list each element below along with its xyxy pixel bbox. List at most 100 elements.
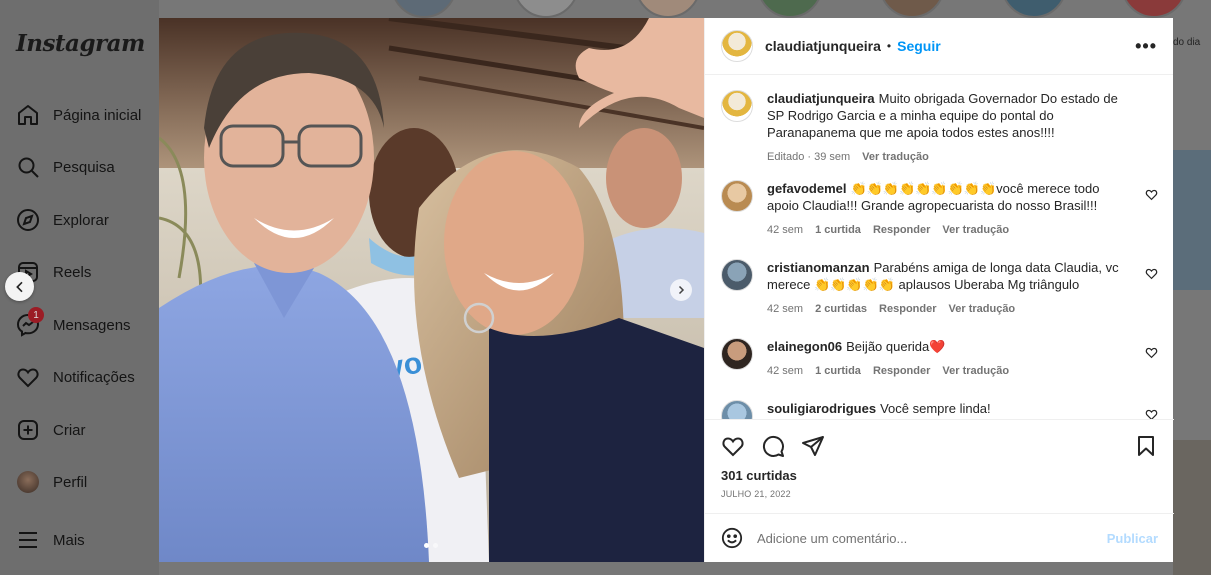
sidebar-item-home[interactable]: Página inicial bbox=[16, 101, 141, 129]
add-comment-bar: Adicione um comentário... Publicar bbox=[705, 513, 1174, 562]
sidebar-item-label: Página inicial bbox=[53, 106, 142, 124]
post-header: claudiatjunqueira • Seguir ••• bbox=[705, 18, 1173, 75]
comment-time: 42 sem bbox=[767, 224, 804, 236]
comment-username[interactable]: souligiarodrigues bbox=[767, 401, 876, 416]
comment-username[interactable]: gefavodemel bbox=[767, 181, 846, 196]
save-bookmark-icon[interactable] bbox=[1134, 434, 1158, 458]
sidebar-item-label: Criar bbox=[53, 421, 86, 439]
plus-square-icon bbox=[16, 418, 40, 442]
sidebar-item-profile[interactable]: Perfil bbox=[16, 468, 87, 496]
comment-avatar[interactable] bbox=[721, 400, 753, 419]
author-avatar[interactable] bbox=[721, 90, 753, 122]
story-avatar bbox=[1001, 0, 1067, 18]
more-options-icon[interactable]: ••• bbox=[1135, 36, 1157, 57]
post-photo[interactable]: you bbox=[159, 18, 704, 562]
separator-dot: • bbox=[886, 39, 892, 53]
translate-link[interactable]: Ver tradução bbox=[949, 301, 1016, 318]
caption-time: Editado · 39 sem bbox=[767, 151, 851, 163]
reply-button[interactable]: Responder bbox=[873, 222, 930, 239]
comment-avatar[interactable] bbox=[721, 259, 753, 291]
caption: claudiatjunqueira Muito obrigada Governad… bbox=[721, 90, 1158, 180]
sidebar-item-more[interactable]: Mais bbox=[16, 526, 85, 554]
sidebar-item-label: Reels bbox=[53, 263, 92, 281]
story-avatar bbox=[1121, 0, 1187, 18]
comment-likes[interactable]: 2 curtidas bbox=[815, 301, 867, 318]
comment-username[interactable]: claudiatjunqueira bbox=[767, 91, 875, 106]
comment-likes[interactable]: 1 curtida bbox=[815, 363, 861, 380]
likes-count[interactable]: 301 curtidas bbox=[721, 468, 1158, 483]
comment-avatar[interactable] bbox=[721, 180, 753, 212]
compass-icon bbox=[16, 208, 40, 232]
comment-username[interactable]: cristianomanzan bbox=[767, 260, 870, 275]
previous-post-button[interactable] bbox=[5, 272, 34, 301]
comment-item: gefavodemel 👏👏👏👏👏👏👏👏👏você merece todo apo… bbox=[721, 180, 1158, 259]
sidebar-item-search[interactable]: Pesquisa bbox=[16, 153, 115, 181]
story-avatar bbox=[757, 0, 823, 18]
story-avatar bbox=[879, 0, 945, 18]
comment-input[interactable]: Adicione um comentário... bbox=[757, 531, 1107, 546]
comment-item: elainegon06 Beijão querida❤️ 42 sem 1 cur… bbox=[721, 338, 1158, 400]
notification-badge: 1 bbox=[28, 307, 44, 323]
reply-button[interactable]: Responder bbox=[879, 301, 936, 318]
sidebar-item-create[interactable]: Criar bbox=[16, 416, 86, 444]
post-modal: you claudiatjunqueira • Seguir ••• claud… bbox=[159, 18, 1174, 562]
publish-button[interactable]: Publicar bbox=[1107, 531, 1158, 546]
home-icon bbox=[16, 103, 40, 127]
background-post-tile bbox=[1173, 440, 1211, 575]
comments-list[interactable]: claudiatjunqueira Muito obrigada Governad… bbox=[705, 76, 1174, 419]
search-icon bbox=[16, 155, 40, 179]
comment-time: 42 sem bbox=[767, 365, 804, 377]
carousel-dot bbox=[433, 543, 438, 548]
author-avatar[interactable] bbox=[721, 30, 753, 62]
comment-username[interactable]: elainegon06 bbox=[767, 339, 842, 354]
comment-item: cristianomanzan Parabéns amiga de longa d… bbox=[721, 259, 1158, 338]
translate-link[interactable]: Ver tradução bbox=[942, 222, 1009, 239]
comment-bubble-icon[interactable] bbox=[761, 434, 785, 458]
reply-button[interactable]: Responder bbox=[873, 363, 930, 380]
sidebar-item-label: Perfil bbox=[53, 473, 88, 491]
instagram-logo[interactable]: Instagram bbox=[16, 30, 145, 57]
story-avatar bbox=[513, 0, 579, 18]
post-date: JULHO 21, 2022 bbox=[721, 489, 791, 499]
sidebar-item-notifications[interactable]: Notificações bbox=[16, 363, 135, 391]
avatar bbox=[16, 470, 40, 494]
comment-avatar[interactable] bbox=[721, 338, 753, 370]
sidebar-item-label: Mensagens bbox=[53, 316, 131, 334]
comment-item: souligiarodrigues Você sempre linda! bbox=[721, 400, 1158, 419]
translate-link[interactable]: Ver tradução bbox=[862, 149, 929, 166]
chevron-right-icon bbox=[678, 285, 685, 295]
emoji-smiley-icon[interactable] bbox=[721, 527, 743, 549]
menu-icon bbox=[16, 528, 40, 552]
sidebar-item-label: Mais bbox=[53, 531, 85, 549]
carousel-indicator bbox=[424, 543, 438, 548]
sidebar-item-label: Notificações bbox=[53, 368, 135, 386]
like-comment-heart-icon[interactable] bbox=[1145, 346, 1158, 359]
chevron-left-icon bbox=[15, 281, 23, 292]
post-details-panel: claudiatjunqueira • Seguir ••• claudiatj… bbox=[704, 18, 1174, 562]
story-avatar bbox=[391, 0, 457, 18]
sidebar-item-messages[interactable]: 1 Mensagens bbox=[16, 307, 131, 339]
story-label: do dia bbox=[1173, 37, 1201, 48]
like-heart-icon[interactable] bbox=[721, 434, 745, 458]
like-comment-heart-icon[interactable] bbox=[1145, 188, 1158, 201]
post-actions: 301 curtidas JULHO 21, 2022 bbox=[705, 419, 1174, 513]
comment-likes[interactable]: 1 curtida bbox=[815, 222, 861, 239]
sidebar-item-label: Explorar bbox=[53, 211, 109, 229]
sidebar-item-label: Pesquisa bbox=[53, 158, 115, 176]
like-comment-heart-icon[interactable] bbox=[1145, 267, 1158, 280]
next-photo-button[interactable] bbox=[670, 279, 692, 301]
comment-time: 42 sem bbox=[767, 303, 804, 315]
translate-link[interactable]: Ver tradução bbox=[942, 363, 1009, 380]
author-username[interactable]: claudiatjunqueira bbox=[765, 38, 881, 54]
post-image: you bbox=[159, 18, 704, 562]
carousel-dot bbox=[424, 543, 429, 548]
comment-text: Beijão querida❤️ bbox=[846, 339, 946, 354]
sidebar-item-explore[interactable]: Explorar bbox=[16, 206, 109, 234]
like-comment-heart-icon[interactable] bbox=[1145, 408, 1158, 419]
heart-icon bbox=[16, 365, 40, 389]
follow-button[interactable]: Seguir bbox=[897, 38, 941, 54]
share-paper-plane-icon[interactable] bbox=[801, 434, 825, 458]
story-avatar bbox=[635, 0, 701, 18]
comment-text: Você sempre linda! bbox=[880, 401, 991, 416]
messenger-icon: 1 bbox=[16, 307, 44, 337]
